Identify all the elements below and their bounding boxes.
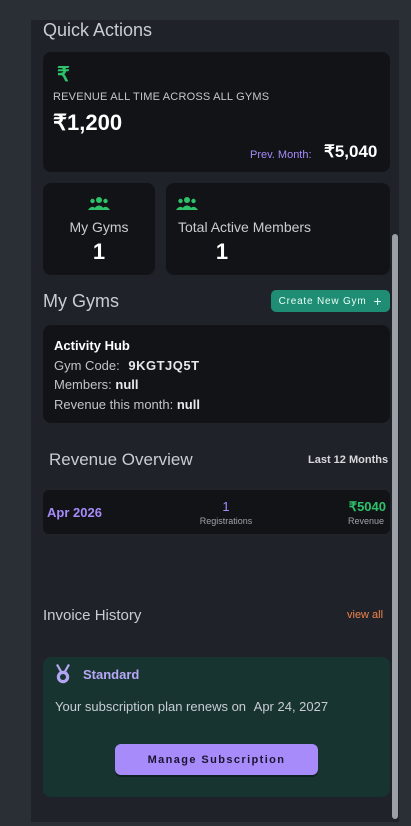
manage-subscription-button[interactable]: Manage Subscription xyxy=(115,744,318,775)
scrollbar-thumb[interactable] xyxy=(392,234,398,819)
stat-value: 1 xyxy=(215,239,229,264)
subscription-card: Standard Your subscription plan renews o… xyxy=(43,657,390,797)
prev-month-label: Prev. Month: xyxy=(250,149,312,161)
quick-actions-title: Quick Actions xyxy=(43,20,153,40)
gym-revenue-value: null xyxy=(176,397,200,412)
members-value: null xyxy=(115,377,139,392)
renew-date: Apr 24, 2027 xyxy=(253,699,329,714)
registrations-label: Registrations xyxy=(199,516,253,526)
stat-card-my-gyms: My Gyms 1 xyxy=(43,183,155,275)
revenue-amount: ₹5040 xyxy=(348,499,386,514)
registrations-count: 1 xyxy=(222,499,230,514)
medal-icon xyxy=(54,664,72,689)
renew-text: Your subscription plan renews on xyxy=(55,699,247,714)
stat-value: 1 xyxy=(92,239,106,264)
my-gyms-title: My Gyms xyxy=(43,291,119,311)
stat-label: Total Active Members xyxy=(178,219,312,235)
gym-revenue-row: Revenue this month: null xyxy=(54,397,200,412)
revenue-value: ₹1,200 xyxy=(53,110,123,135)
prev-month-value: ₹5,040 xyxy=(324,142,378,161)
gym-code-label: Gym Code: xyxy=(54,358,120,373)
revenue-month: Apr 2026 xyxy=(47,505,102,520)
stat-label: My Gyms xyxy=(69,219,129,235)
gym-members-row: Members: null xyxy=(54,377,139,392)
gym-revenue-label: Revenue this month: xyxy=(54,397,174,412)
members-label: Members: xyxy=(54,377,112,392)
create-new-gym-button[interactable]: Create New Gym + xyxy=(271,290,390,312)
revenue-row: Apr 2026 1 Registrations ₹5040 Revenue xyxy=(43,490,390,534)
revenue-label-small: Revenue xyxy=(347,516,384,526)
view-all-link[interactable]: view all xyxy=(347,609,383,621)
gym-code-value: 9KGTJQ5T xyxy=(128,358,200,373)
invoice-history-title: Invoice History xyxy=(43,607,142,624)
revenue-overview-title: Revenue Overview xyxy=(49,450,193,469)
stat-card-active-members: Total Active Members 1 xyxy=(166,183,390,275)
revenue-card: ₹ REVENUE ALL TIME ACROSS ALL GYMS ₹1,20… xyxy=(43,52,390,172)
plus-icon: + xyxy=(373,293,383,309)
group-icon xyxy=(88,196,110,210)
gym-code-row: Gym Code: 9KGTJQ5T xyxy=(54,358,200,373)
renew-row: Your subscription plan renews on Apr 24,… xyxy=(55,699,328,714)
group-icon xyxy=(176,196,198,210)
create-gym-label: Create New Gym xyxy=(278,295,367,307)
gym-card[interactable]: Activity Hub Gym Code: 9KGTJQ5T Members:… xyxy=(43,325,390,423)
gym-name: Activity Hub xyxy=(54,338,130,353)
revenue-label: REVENUE ALL TIME ACROSS ALL GYMS xyxy=(53,91,270,103)
rupee-icon: ₹ xyxy=(57,64,70,86)
plan-name: Standard xyxy=(83,667,140,682)
revenue-period: Last 12 Months xyxy=(308,454,389,466)
